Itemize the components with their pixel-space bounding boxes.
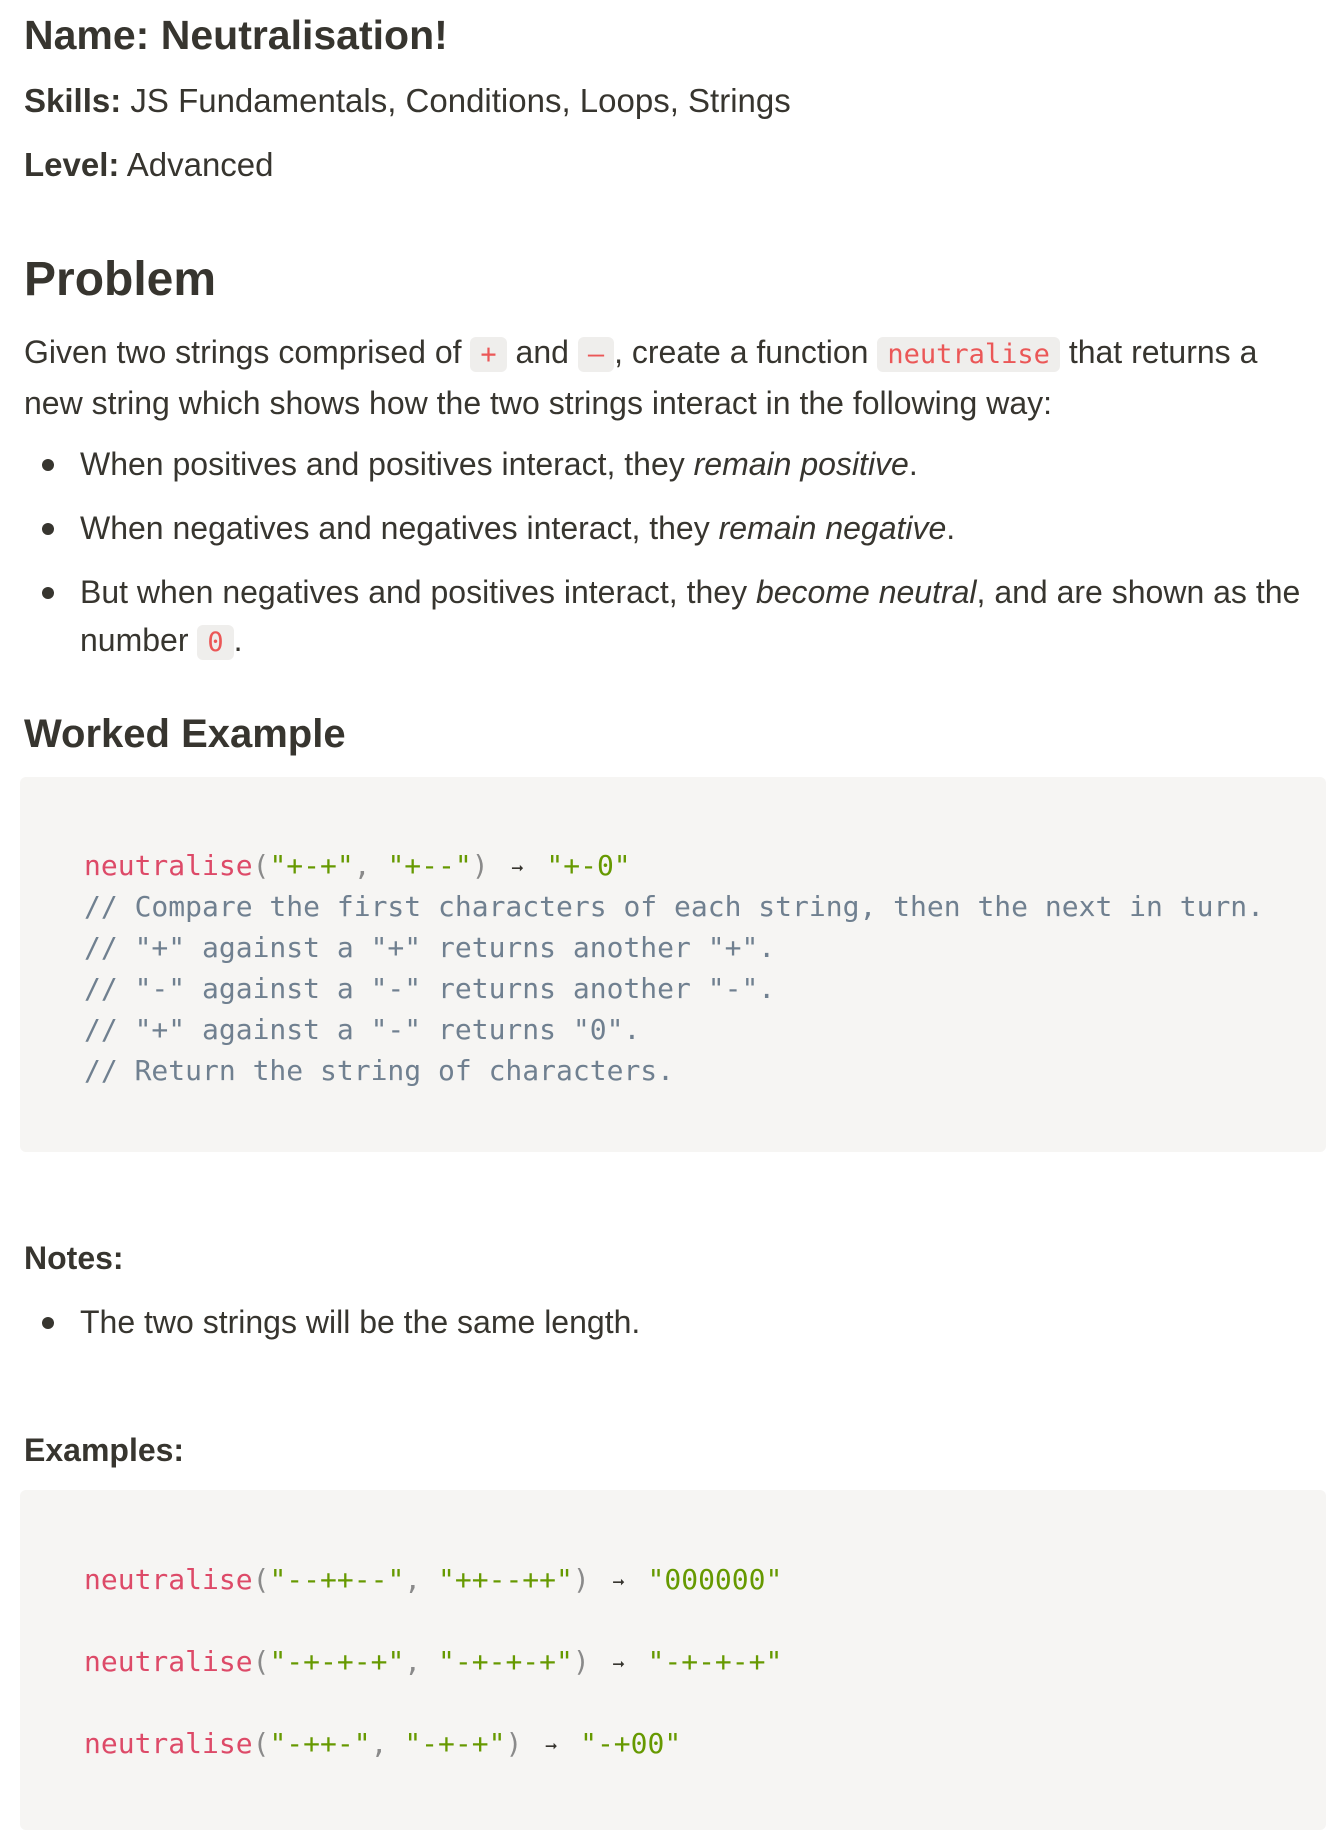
name-value: Neutralisation! [160,12,448,58]
arrow-icon: ➞ [545,1734,558,1758]
challenge-skills: Skills: JS Fundamentals, Conditions, Loo… [24,82,791,120]
worked-example-heading: Worked Example [24,712,346,756]
zero-inline-code: 0 [197,625,234,660]
example-line: neutralise("--++--", "++--++") ➞ "000000… [84,1563,783,1596]
examples-code-block: neutralise("--++--", "++--++") ➞ "000000… [20,1490,1326,1830]
code-comment: // "+" against a "+" returns another "+"… [84,931,776,964]
arrow-icon: ➞ [612,1570,625,1594]
examples-heading: Examples: [24,1432,185,1468]
arrow-icon: ➞ [612,1652,625,1676]
code-comment: // Return the string of characters. [84,1054,675,1087]
intro-text-3: , create a function [614,334,869,370]
code-comment: // Compare the first characters of each … [84,890,1265,923]
intro-text-1: Given two strings comprised of [24,334,462,370]
skills-label: Skills: [24,82,122,119]
example-line: neutralise("-++-", "-+-+") ➞ "-+00" [84,1727,682,1760]
skills-value: JS Fundamentals, Conditions, Loops, Stri… [130,82,791,119]
rules-list: When positives and positives interact, t… [24,440,1324,683]
minus-inline-code: – [577,337,615,372]
problem-description: Given two strings comprised of + and –, … [24,328,1324,427]
level-value: Advanced [126,146,274,183]
notes-heading: Notes: [24,1240,124,1276]
rule-item: But when negatives and positives interac… [24,568,1324,667]
name-label: Name: [24,12,150,58]
challenge-level: Level: Advanced [24,146,274,184]
intro-text-2: and [515,334,569,370]
level-label: Level: [24,146,120,183]
rule-item: When negatives and negatives interact, t… [24,504,1324,552]
code-line: neutralise("+-+", "+--") ➞ "+-0" [84,849,631,882]
example-line: neutralise("-+-+-+", "-+-+-+") ➞ "-+-+-+… [84,1645,783,1678]
notes-list: The two strings will be the same length. [24,1298,1324,1346]
function-name-inline-code: neutralise [877,337,1060,372]
arrow-icon: ➞ [511,856,524,880]
problem-heading: Problem [24,253,217,306]
challenge-page: Name: Neutralisation! Skills: JS Fundame… [0,0,1342,1842]
plus-inline-code: + [470,337,507,372]
code-comment: // "+" against a "-" returns "0". [84,1013,641,1046]
code-comment: // "-" against a "-" returns another "-"… [84,972,776,1005]
challenge-name: Name: Neutralisation! [24,12,448,59]
worked-example-code-block: neutralise("+-+", "+--") ➞ "+-0" // Comp… [20,777,1326,1152]
rule-item: When positives and positives interact, t… [24,440,1324,488]
note-item: The two strings will be the same length. [24,1298,1324,1346]
